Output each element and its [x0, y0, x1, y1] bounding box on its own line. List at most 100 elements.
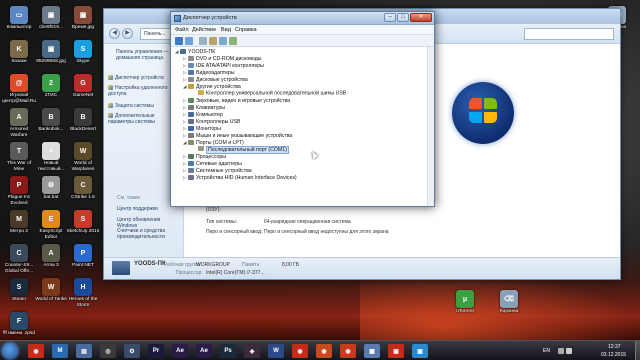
desktop-icon[interactable]: T This War of Mine: [2, 142, 36, 172]
tree-root[interactable]: ◢ YOODS-ПК: [175, 48, 215, 55]
tree-scrollbar[interactable]: [427, 47, 434, 206]
taskbar-app-icon[interactable]: Ps: [220, 344, 236, 358]
desktop-icon[interactable]: C Counter-Str... Global Offe...: [2, 244, 36, 274]
menu-action[interactable]: Действие: [192, 27, 216, 33]
desktop-icon[interactable]: A Armored Warfare: [2, 108, 36, 138]
help-icon[interactable]: [219, 37, 227, 45]
taskbar-app-icon[interactable]: ◉: [340, 344, 356, 358]
menu-view[interactable]: Вид: [221, 27, 231, 33]
taskbar-app-icon[interactable]: M: [52, 344, 68, 358]
taskbar-app-icon[interactable]: ◉: [292, 344, 308, 358]
tree-node[interactable]: ▷ Устройства HID (Human Interface Devices…: [183, 174, 297, 181]
desktop-icon[interactable]: P Paint.NET: [66, 244, 100, 269]
tree-node[interactable]: Контроллер универсальной последовательно…: [193, 90, 346, 97]
taskbar-app-icon[interactable]: ▤: [76, 344, 92, 358]
tree-node[interactable]: ◢ Другие устройства: [183, 83, 241, 90]
tree-node[interactable]: ▷ IDE ATA/ATAPI контроллеры: [183, 62, 264, 69]
taskbar-app-icon[interactable]: ◉: [316, 344, 332, 358]
taskbar-app-icon[interactable]: ▣: [388, 344, 404, 358]
tree-node[interactable]: ▷ Дисковые устройства: [183, 76, 248, 83]
desktop-icon[interactable]: ▭ Компьютер: [2, 6, 36, 31]
performance-link[interactable]: Счетчики и средства производительности: [117, 228, 181, 240]
desktop-icon[interactable]: @ Игровой центр@Mail.Ru: [2, 74, 36, 104]
desktop-icon[interactable]: ▣ Время.jpg: [66, 6, 100, 31]
properties-icon[interactable]: [209, 37, 217, 45]
desktop-icon[interactable]: S SketchUp 2015: [66, 210, 100, 235]
desktop-icon[interactable]: ▣ cbe9f019...: [34, 6, 68, 31]
system-type-key: Тип системы:: [206, 219, 237, 225]
search-input[interactable]: [524, 28, 614, 40]
taskbar-app-icon[interactable]: ◉: [28, 344, 44, 358]
tree-node[interactable]: ▷ Звуковые, видео и игровые устройства: [183, 97, 290, 104]
desktop-icon[interactable]: E EasyScript Editor: [34, 210, 68, 240]
desktop-icon[interactable]: W World of Warplanes: [66, 142, 100, 172]
taskbar-app-icon[interactable]: Ae: [196, 344, 212, 358]
taskbar-app-icon[interactable]: ▦: [364, 344, 380, 358]
desktop-icon[interactable]: C CStrike 1.6: [66, 176, 100, 201]
show-desktop-button[interactable]: [635, 341, 640, 360]
taskbar-app-icon[interactable]: ▣: [412, 344, 428, 358]
app-icon: A: [42, 244, 60, 262]
device-manager-title-bar[interactable]: Диспетчер устройств – □ ✕: [171, 12, 434, 25]
tree-node[interactable]: ▷ Клавиатуры: [183, 104, 225, 111]
menu-help[interactable]: Справка: [235, 27, 257, 33]
clock-time[interactable]: 12:37: [608, 344, 621, 350]
tree-node[interactable]: ▷ Компьютер: [183, 111, 223, 118]
desktop-icon[interactable]: ▣ 8526958S.jpg: [34, 40, 68, 65]
desktop-icon[interactable]: A Arma 3: [34, 244, 68, 269]
taskbar-app-icon[interactable]: W: [268, 344, 284, 358]
desktop-icon[interactable]: P Plague Inc Evolved: [2, 176, 36, 206]
menu-file[interactable]: Файл: [175, 27, 189, 33]
desktop-icon[interactable]: S Steam: [2, 278, 36, 303]
network-icon[interactable]: [558, 348, 564, 354]
tree-node[interactable]: ▷ Мыши и иные указывающие устройства: [183, 132, 292, 139]
tree-node[interactable]: ▷ Процессоры: [183, 153, 226, 160]
tree-node[interactable]: Последовательный порт (COM1): [193, 145, 289, 154]
desktop-icon[interactable]: K Казаки: [2, 40, 36, 65]
tree-node[interactable]: ▷ DVD и CD-ROM дисководы: [183, 55, 261, 62]
taskbar-app-icon[interactable]: ◎: [100, 344, 116, 358]
desktop-icon[interactable]: S Skype: [66, 40, 100, 65]
desktop-icon[interactable]: W World of Tanks: [34, 278, 68, 303]
close-button[interactable]: ✕: [410, 13, 432, 22]
forward-icon[interactable]: ▶: [122, 28, 133, 39]
tree-node[interactable]: ▷ Мониторы: [183, 125, 221, 132]
tree-view-icon[interactable]: [199, 37, 207, 45]
desktop-icon[interactable]: ⌫Корзина: [492, 290, 526, 315]
control-panel-home-link[interactable]: Панель управления — домашняя страница: [116, 49, 178, 61]
start-button[interactable]: [2, 343, 18, 359]
tree-node[interactable]: ▷ Контроллеры USB: [183, 118, 240, 125]
desktop-icon[interactable]: 2 2ГИС: [34, 74, 68, 99]
language-indicator[interactable]: EN: [543, 348, 550, 354]
desktop-icon[interactable]: B BlackDesert: [66, 108, 100, 133]
desktop-icon[interactable]: B Bankobok...: [34, 108, 68, 133]
clock-date[interactable]: 03.12.2015: [601, 352, 626, 358]
desktop-icon[interactable]: Ffff имени..zpsd: [2, 312, 36, 337]
taskbar-app-icon[interactable]: Ae: [172, 344, 188, 358]
tree-node[interactable]: ◢ Порты (COM и LPT): [183, 139, 244, 146]
desktop-icon-label: World of Warplanes: [71, 161, 95, 172]
tree-node[interactable]: ▷ Видеоадаптеры: [183, 69, 235, 76]
tree-node[interactable]: ▷ Системные устройства: [183, 167, 252, 174]
desktop-icon[interactable]: ≡ Новый текстовый...: [34, 142, 68, 172]
forward-icon[interactable]: [185, 37, 193, 45]
scan-hardware-icon[interactable]: [229, 37, 237, 45]
minimize-button[interactable]: –: [384, 13, 396, 22]
logo-yellow-pane: [484, 112, 497, 123]
desktop-icon[interactable]: G GameNet: [66, 74, 100, 99]
back-icon[interactable]: [175, 37, 183, 45]
maximize-button[interactable]: □: [397, 13, 409, 22]
desktop-icon[interactable]: M Метро 2: [2, 210, 36, 235]
desktop-icon[interactable]: ⚙ bat.bat: [34, 176, 68, 201]
back-icon[interactable]: ◀: [109, 28, 120, 39]
device-category-icon: [188, 97, 194, 103]
desktop-icon[interactable]: μ uTorrent: [448, 290, 482, 315]
taskbar-app-icon[interactable]: ◈: [244, 344, 260, 358]
nav-remote-settings-label: Настройка удаленного доступа: [108, 85, 168, 97]
desktop-icon[interactable]: H Heroes of the Storm: [66, 278, 100, 308]
taskbar-app-icon[interactable]: Pr: [148, 344, 164, 358]
tree-node[interactable]: ▷ Сетевые адаптеры: [183, 160, 242, 167]
taskbar-app-icon[interactable]: ⚙: [124, 344, 140, 358]
volume-icon[interactable]: [566, 348, 572, 354]
app-icon: A: [10, 108, 28, 126]
